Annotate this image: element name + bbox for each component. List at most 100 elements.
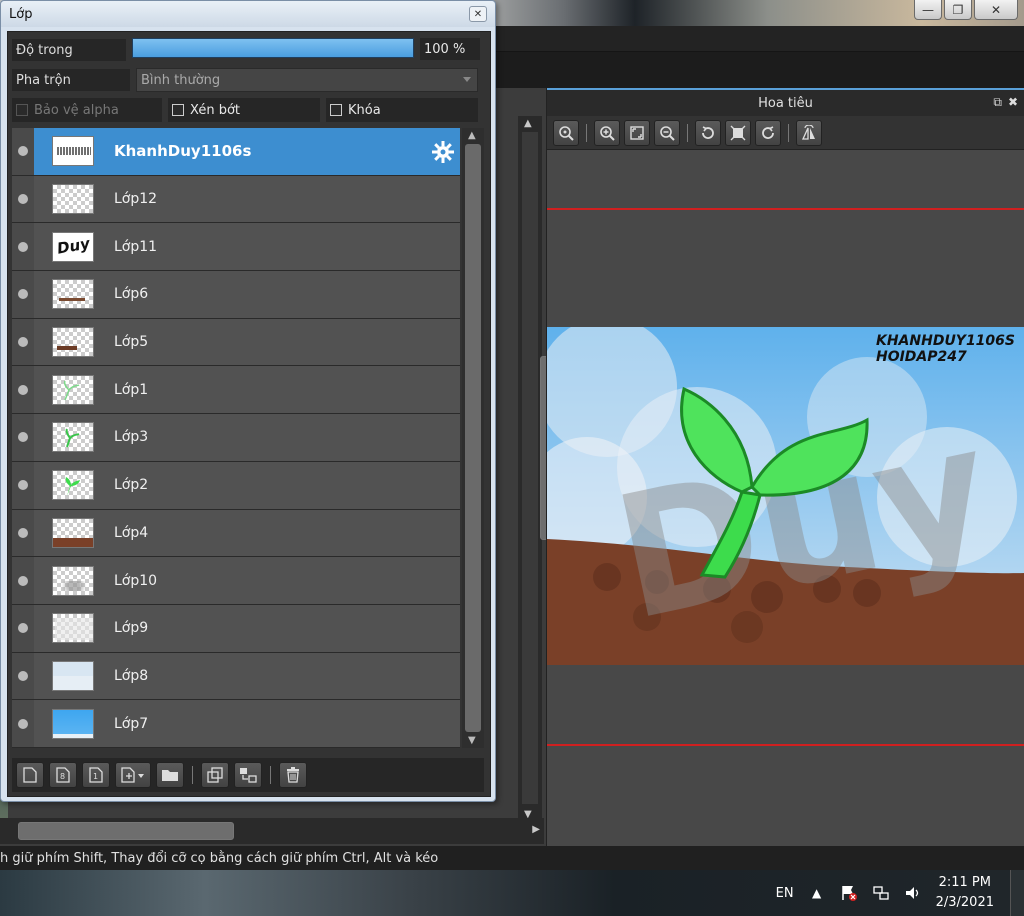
close-icon[interactable]: ✖ [1008, 95, 1018, 110]
merge-down-icon[interactable] [234, 762, 262, 788]
layer-thumbnail [52, 374, 94, 405]
visibility-toggle[interactable] [12, 700, 34, 747]
layer-row[interactable]: Lớp3 [12, 414, 460, 462]
popout-icon[interactable]: ⧉ [993, 95, 1002, 110]
navigator-view[interactable]: Duy KHANHDUY1106S HOIDAP247 [547, 150, 1024, 846]
blend-mode-value: Bình thường [141, 72, 221, 88]
layer-row[interactable]: Lớp5 [12, 318, 460, 367]
blend-row: Pha trộn [12, 68, 130, 92]
layer-name: Lớp6 [114, 286, 149, 303]
checkbox-icon [16, 104, 28, 116]
svg-text:8: 8 [60, 772, 65, 781]
scroll-right-arrow-icon[interactable]: ▶ [532, 824, 540, 835]
trash-icon[interactable] [279, 762, 307, 788]
eye-icon [18, 146, 28, 157]
blend-mode-select[interactable]: Bình thường [136, 68, 478, 92]
opacity-value[interactable]: 100 % [420, 38, 480, 60]
layer-row[interactable]: Lớp10 [12, 557, 460, 605]
network-icon[interactable] [872, 884, 890, 902]
canvas-vertical-scrollbar[interactable]: ▲ ▼ [518, 116, 556, 822]
navigator-title: Hoa tiêu [758, 95, 813, 111]
layer-row[interactable]: Lớp7 [12, 700, 460, 748]
eye-icon [18, 575, 28, 586]
reset-view-icon[interactable] [725, 119, 751, 146]
visibility-toggle[interactable] [12, 652, 34, 700]
layer-row[interactable]: Lớp2 [12, 461, 460, 510]
layer-row[interactable]: Lớp4 [12, 509, 460, 558]
protect-alpha-checkbox[interactable]: Bảo vệ alpha [12, 98, 162, 122]
lock-checkbox[interactable]: Khóa [326, 98, 478, 122]
language-indicator[interactable]: EN [776, 886, 794, 901]
layer-row[interactable]: Duy Lớp11 [12, 223, 460, 272]
zoom-out-icon[interactable] [654, 119, 680, 146]
duplicate-layer-icon[interactable] [201, 762, 229, 788]
layer-thumbnail [52, 327, 94, 358]
layer-window-titlebar[interactable]: Lớp ✕ [1, 1, 495, 27]
layer-row[interactable]: Lớp6 [12, 271, 460, 319]
visibility-toggle[interactable] [12, 414, 34, 461]
clipping-label: Xén bớt [190, 102, 240, 118]
rotate-left-icon[interactable] [695, 119, 721, 146]
show-desktop-button[interactable] [1010, 870, 1024, 916]
scroll-up-arrow-icon[interactable]: ▲ [524, 118, 532, 129]
eye-icon [18, 480, 28, 491]
eye-icon [18, 289, 28, 300]
visibility-toggle[interactable] [12, 461, 34, 509]
chevron-up-icon[interactable]: ▲ [808, 884, 826, 902]
layer-row[interactable]: Lớp12 [12, 175, 460, 224]
visibility-toggle[interactable] [12, 509, 34, 557]
navigator-toolbar [547, 116, 1024, 150]
scroll-up-arrow-icon[interactable]: ▲ [468, 130, 476, 141]
restore-button[interactable]: ❐ [944, 0, 972, 20]
layer-name: Lớp1 [114, 381, 149, 398]
visibility-toggle[interactable] [12, 128, 34, 175]
visibility-toggle[interactable] [12, 604, 34, 652]
folder-icon[interactable] [156, 762, 184, 788]
fit-screen-icon[interactable] [624, 119, 650, 146]
layer-row[interactable]: KhanhDuy1106s [12, 128, 460, 176]
visibility-toggle[interactable] [12, 223, 34, 271]
zoom-in-icon[interactable] [594, 119, 620, 146]
view-bound-top [547, 208, 1024, 210]
layer-row[interactable]: Lớp9 [12, 604, 460, 653]
hscroll-thumb[interactable] [18, 822, 234, 840]
eye-icon [18, 718, 28, 729]
close-icon[interactable]: ✕ [469, 6, 487, 22]
rotate-right-icon[interactable] [755, 119, 781, 146]
visibility-toggle[interactable] [12, 175, 34, 223]
scroll-down-arrow-icon[interactable]: ▼ [468, 735, 476, 746]
minimize-button[interactable]: — [914, 0, 942, 20]
visibility-toggle[interactable] [12, 557, 34, 604]
clipping-checkbox[interactable]: Xén bớt [168, 98, 320, 122]
new-8bit-layer-icon[interactable]: 8 [49, 762, 77, 788]
zoom-fit-icon[interactable] [553, 119, 579, 146]
visibility-toggle[interactable] [12, 271, 34, 318]
volume-icon[interactable] [904, 884, 922, 902]
layer-row[interactable]: Lớp1 [12, 366, 460, 415]
scroll-track[interactable] [522, 132, 538, 804]
layer-row[interactable]: Lớp8 [12, 652, 460, 701]
scroll-thumb[interactable] [465, 144, 481, 732]
opacity-slider[interactable] [132, 38, 414, 58]
gear-icon[interactable] [432, 141, 454, 167]
new-layer-icon[interactable] [16, 762, 44, 788]
clock[interactable]: 2:11 PM 2/3/2021 [936, 873, 994, 913]
checkbox-icon [330, 104, 342, 116]
close-button[interactable]: ✕ [974, 0, 1018, 20]
navigator-panel: Hoa tiêu ⧉ ✖ Duy KHANHDUY1106S HOIDAP247 [546, 88, 1024, 846]
layer-name: Lớp10 [114, 572, 158, 589]
layer-thumbnail [52, 565, 94, 596]
new-1bit-layer-icon[interactable]: 1 [82, 762, 110, 788]
action-center-flag-icon[interactable] [840, 884, 858, 902]
flip-horizontal-icon[interactable] [796, 119, 822, 146]
visibility-toggle[interactable] [12, 318, 34, 366]
layer-thumbnail [52, 708, 94, 739]
add-layer-dropdown-icon[interactable] [115, 762, 151, 788]
layer-thumbnail [52, 517, 94, 548]
visibility-toggle[interactable] [12, 366, 34, 414]
layer-list-scrollbar[interactable]: ▲ ▼ [462, 128, 484, 748]
layer-thumbnail [52, 279, 94, 310]
canvas-preview[interactable]: Duy KHANHDUY1106S HOIDAP247 [547, 327, 1024, 665]
chevron-down-icon [463, 77, 471, 82]
canvas-horizontal-scrollbar[interactable]: ▶ [0, 818, 544, 844]
